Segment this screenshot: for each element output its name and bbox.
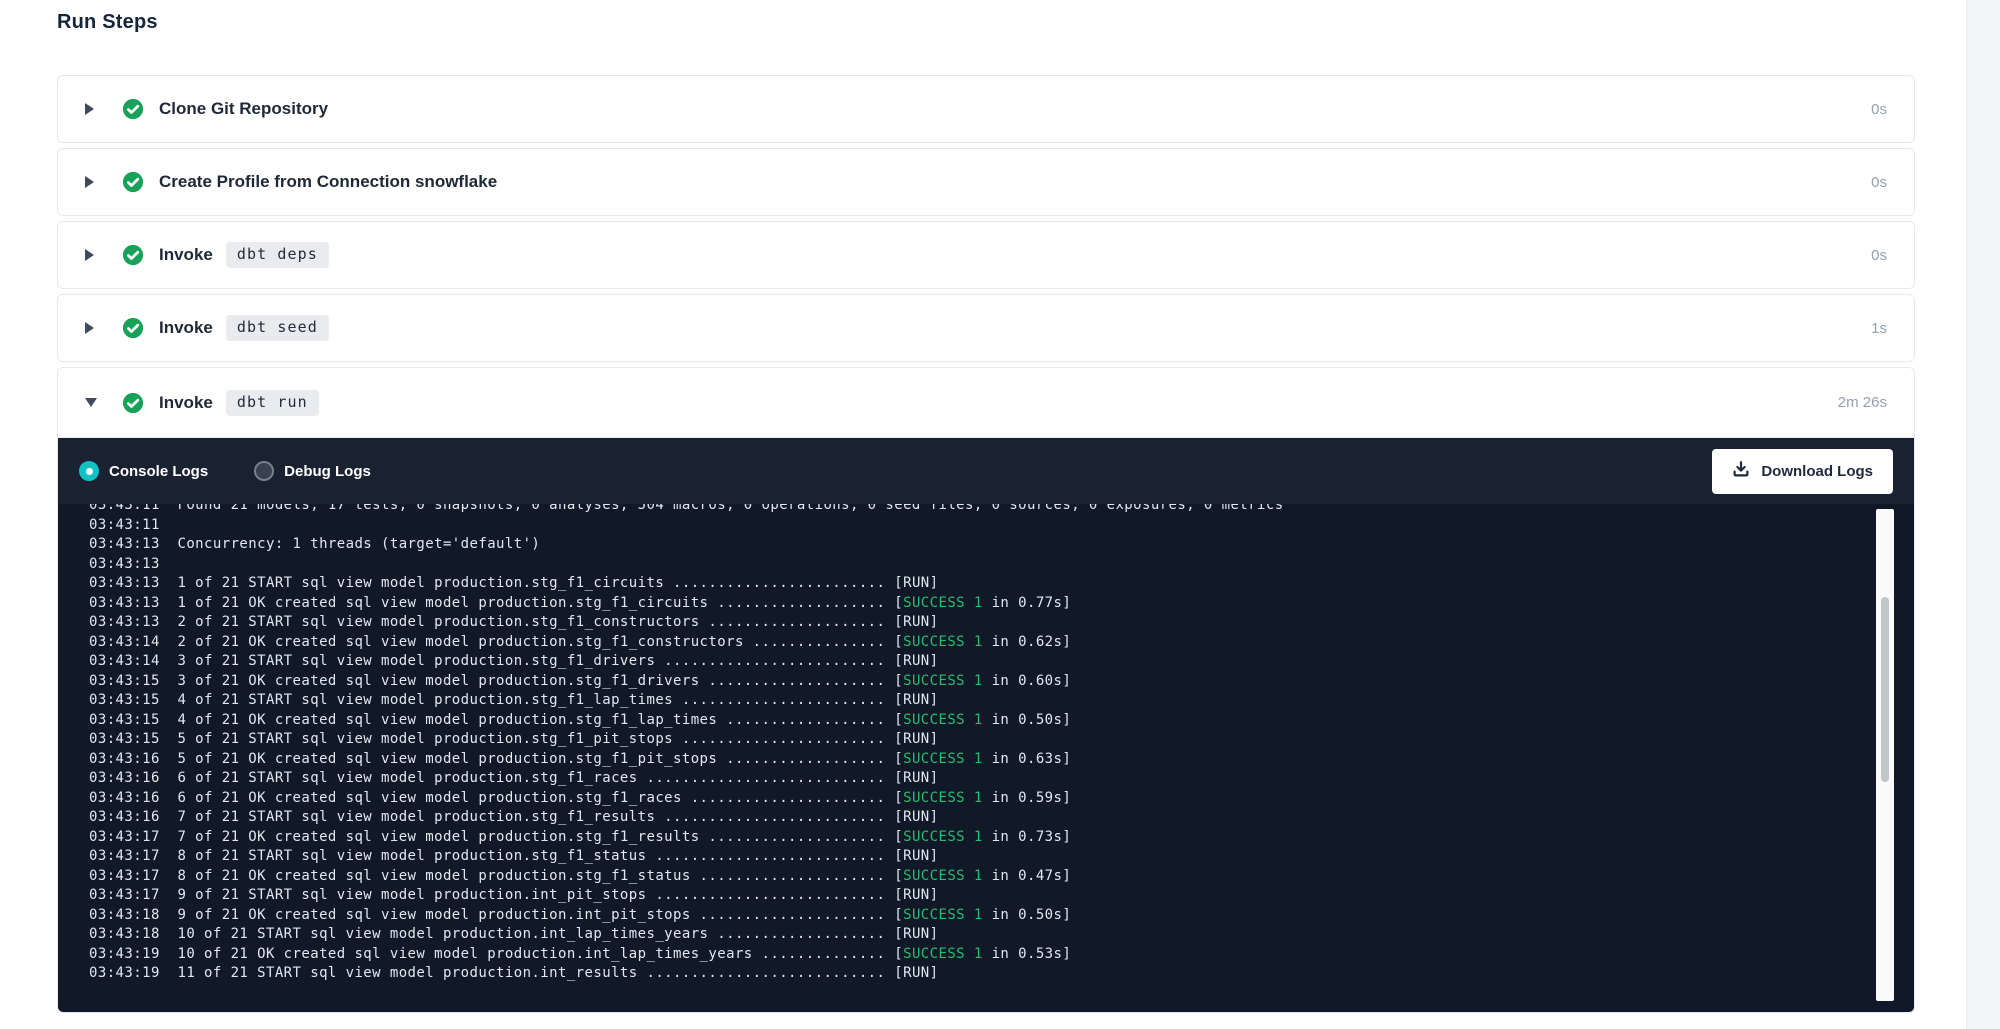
chevron-down-icon[interactable] bbox=[85, 398, 99, 407]
step-command-chip: dbt seed bbox=[226, 315, 329, 341]
log-line: 03:43:16 5 of 21 OK created sql view mod… bbox=[89, 750, 1914, 770]
log-line: 03:43:18 9 of 21 OK created sql view mod… bbox=[89, 906, 1914, 926]
chevron-right-icon[interactable] bbox=[85, 249, 99, 261]
log-lines: 03:43:11 Found 21 models, 17 tests, 0 sn… bbox=[89, 504, 1914, 984]
success-status: SUCCESS 1 bbox=[903, 868, 983, 884]
run-steps-heading: Run Steps bbox=[57, 11, 158, 34]
log-line: 03:43:13 2 of 21 START sql view model pr… bbox=[89, 613, 1914, 633]
step-duration: 0s bbox=[1871, 101, 1887, 118]
chevron-right-icon[interactable] bbox=[85, 176, 99, 188]
log-line: 03:43:13 1 of 21 START sql view model pr… bbox=[89, 574, 1914, 594]
step-title: Invoke bbox=[159, 245, 213, 265]
step-duration: 2m 26s bbox=[1838, 394, 1887, 411]
log-line: 03:43:14 2 of 21 OK created sql view mod… bbox=[89, 633, 1914, 653]
page-right-gutter bbox=[1966, 0, 2000, 1029]
step-duration: 1s bbox=[1871, 320, 1887, 337]
debug-logs-radio[interactable]: Debug Logs bbox=[254, 461, 371, 481]
chevron-right-icon[interactable] bbox=[85, 322, 99, 334]
success-status: SUCCESS 1 bbox=[903, 634, 983, 650]
log-line: 03:43:16 7 of 21 START sql view model pr… bbox=[89, 808, 1914, 828]
console-logs-label[interactable]: Console Logs bbox=[109, 463, 208, 480]
step-card: Clone Git Repository 0s bbox=[57, 75, 1915, 143]
log-line: 03:43:13 1 of 21 OK created sql view mod… bbox=[89, 594, 1914, 614]
step-row[interactable]: Invoke dbt run 2m 26s bbox=[58, 368, 1914, 438]
step-card: Invoke dbt deps 0s bbox=[57, 221, 1915, 289]
log-line: 03:43:15 4 of 21 OK created sql view mod… bbox=[89, 711, 1914, 731]
steps-list: Clone Git Repository0sCreate Profile fro… bbox=[57, 75, 1915, 1013]
success-status: SUCCESS 1 bbox=[903, 595, 983, 611]
log-line: 03:43:17 8 of 21 OK created sql view mod… bbox=[89, 867, 1914, 887]
step-title: Invoke bbox=[159, 318, 213, 338]
chevron-right-icon[interactable] bbox=[85, 103, 99, 115]
step-command-chip: dbt deps bbox=[226, 242, 329, 268]
step-card: Create Profile from Connection snowflake… bbox=[57, 148, 1915, 216]
log-line: 03:43:11 Found 21 models, 17 tests, 0 sn… bbox=[89, 504, 1914, 516]
log-line: 03:43:15 3 of 21 OK created sql view mod… bbox=[89, 672, 1914, 692]
check-circle-icon bbox=[122, 98, 144, 120]
log-line: 03:43:15 5 of 21 START sql view model pr… bbox=[89, 730, 1914, 750]
success-status: SUCCESS 1 bbox=[903, 829, 983, 845]
step-row[interactable]: Invoke dbt deps 0s bbox=[58, 222, 1914, 288]
download-icon bbox=[1732, 460, 1750, 482]
success-status: SUCCESS 1 bbox=[903, 751, 983, 767]
step-title: Invoke bbox=[159, 393, 213, 413]
step-row[interactable]: Clone Git Repository 0s bbox=[58, 76, 1914, 142]
step-title: Clone Git Repository bbox=[159, 99, 328, 119]
log-line: 03:43:17 7 of 21 OK created sql view mod… bbox=[89, 828, 1914, 848]
log-line: 03:43:16 6 of 21 START sql view model pr… bbox=[89, 769, 1914, 789]
log-line: 03:43:19 10 of 21 OK created sql view mo… bbox=[89, 945, 1914, 965]
step-duration: 0s bbox=[1871, 174, 1887, 191]
log-line: 03:43:13 bbox=[89, 555, 1914, 575]
log-line: 03:43:13 Concurrency: 1 threads (target=… bbox=[89, 535, 1914, 555]
step-row[interactable]: Invoke dbt seed 1s bbox=[58, 295, 1914, 361]
log-scrollbar-thumb[interactable] bbox=[1881, 597, 1889, 782]
success-status: SUCCESS 1 bbox=[903, 712, 983, 728]
step-title: Create Profile from Connection snowflake bbox=[159, 172, 497, 192]
check-circle-icon bbox=[122, 392, 144, 414]
check-circle-icon bbox=[122, 244, 144, 266]
log-line: 03:43:18 10 of 21 START sql view model p… bbox=[89, 925, 1914, 945]
log-line: 03:43:17 9 of 21 START sql view model pr… bbox=[89, 886, 1914, 906]
success-status: SUCCESS 1 bbox=[903, 673, 983, 689]
radio-selected-icon[interactable] bbox=[79, 461, 99, 481]
step-card: Invoke dbt run 2m 26s Console Logs Debug Log… bbox=[57, 367, 1915, 1013]
download-logs-button[interactable]: Download Logs bbox=[1712, 449, 1893, 494]
check-circle-icon bbox=[122, 171, 144, 193]
log-line: 03:43:15 4 of 21 START sql view model pr… bbox=[89, 691, 1914, 711]
step-card: Invoke dbt seed 1s bbox=[57, 294, 1915, 362]
debug-logs-label[interactable]: Debug Logs bbox=[284, 463, 371, 480]
success-status: SUCCESS 1 bbox=[903, 790, 983, 806]
log-line: 03:43:14 3 of 21 START sql view model pr… bbox=[89, 652, 1914, 672]
logs-toolbar: Console Logs Debug Logs Download Logs bbox=[58, 438, 1914, 504]
step-command-chip: dbt run bbox=[226, 390, 319, 416]
log-line: 03:43:19 11 of 21 START sql view model p… bbox=[89, 964, 1914, 984]
log-line: 03:43:16 6 of 21 OK created sql view mod… bbox=[89, 789, 1914, 809]
success-status: SUCCESS 1 bbox=[903, 946, 983, 962]
check-circle-icon bbox=[122, 317, 144, 339]
console-logs-radio[interactable]: Console Logs bbox=[79, 461, 208, 481]
log-line: 03:43:17 8 of 21 START sql view model pr… bbox=[89, 847, 1914, 867]
log-console[interactable]: 03:43:11 Found 21 models, 17 tests, 0 sn… bbox=[58, 504, 1914, 1012]
log-line: 03:43:11 bbox=[89, 516, 1914, 536]
step-row[interactable]: Create Profile from Connection snowflake… bbox=[58, 149, 1914, 215]
radio-unselected-icon[interactable] bbox=[254, 461, 274, 481]
download-logs-label: Download Logs bbox=[1761, 463, 1873, 480]
success-status: SUCCESS 1 bbox=[903, 907, 983, 923]
log-scrollbar-track[interactable] bbox=[1876, 509, 1894, 1001]
step-duration: 0s bbox=[1871, 247, 1887, 264]
